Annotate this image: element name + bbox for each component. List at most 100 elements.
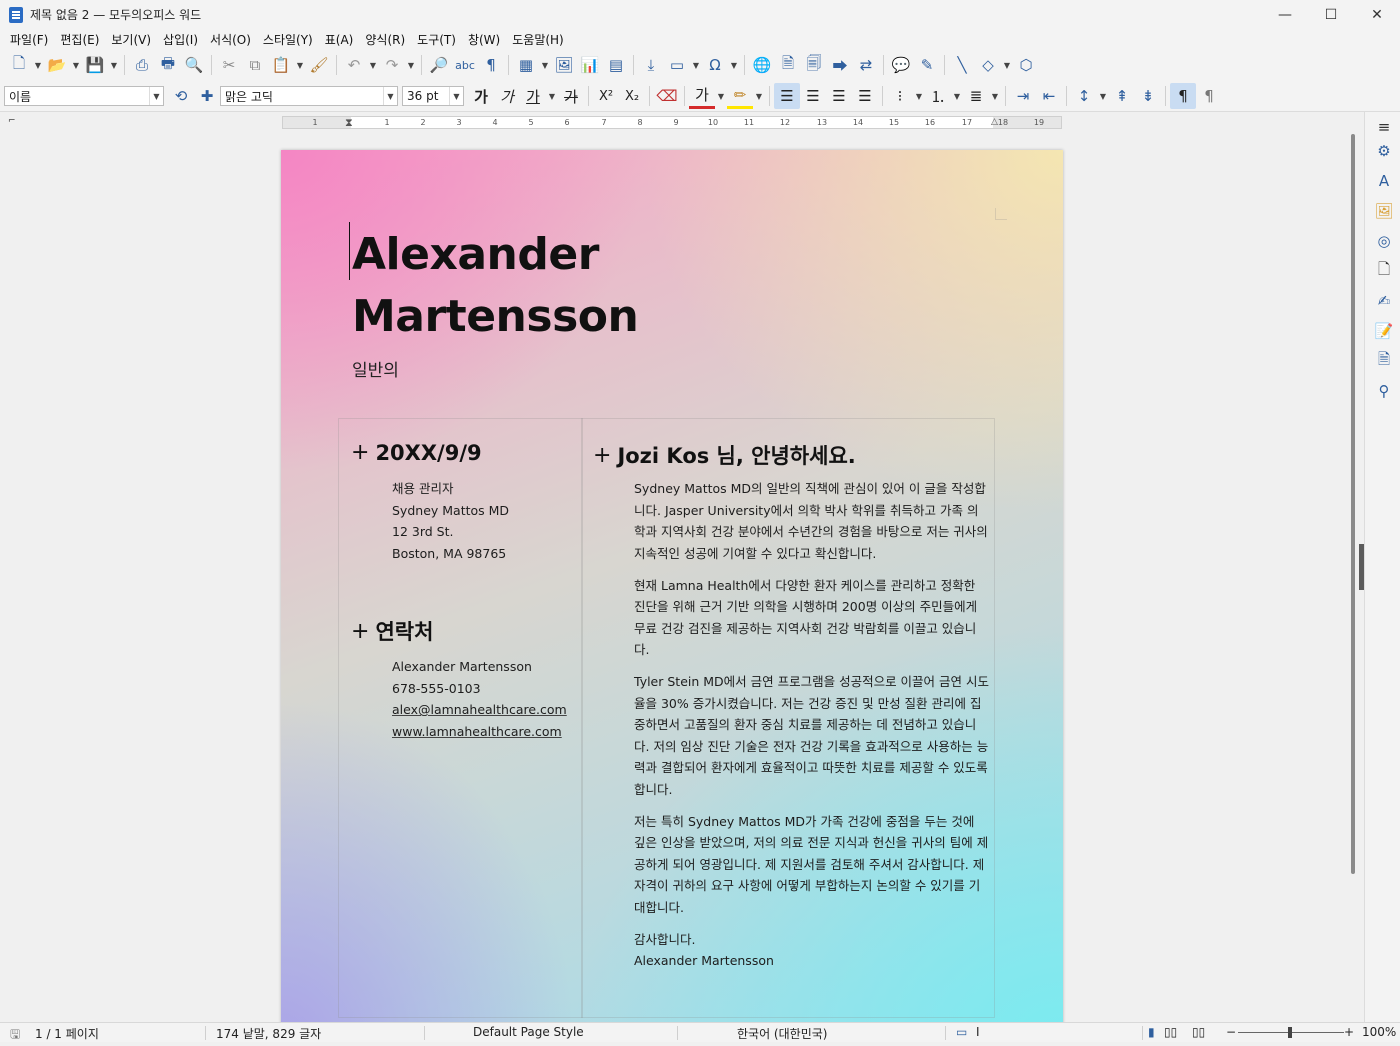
font-name-select[interactable]: 맑은 고딕 ▼ xyxy=(220,86,398,106)
right-indent-marker-icon[interactable]: △ xyxy=(991,117,998,127)
align-center-icon[interactable]: ☰ xyxy=(800,83,826,109)
increase-indent-icon[interactable]: ⇥ xyxy=(1010,83,1036,109)
page-style[interactable]: Default Page Style xyxy=(473,1025,584,1039)
insert-image-icon[interactable]: 🖼 xyxy=(551,52,577,78)
menu-view[interactable]: 보기(V) xyxy=(105,31,157,48)
find-icon[interactable]: ⚲ xyxy=(1373,380,1395,402)
bullet-list-icon[interactable]: ⁝ xyxy=(887,83,913,109)
print-preview-icon[interactable]: 🔍 xyxy=(181,52,207,78)
hyperlink-icon[interactable]: 🌐 xyxy=(749,52,775,78)
draw-line-icon[interactable]: ╲ xyxy=(949,52,975,78)
menu-insert[interactable]: 삽입(I) xyxy=(157,31,204,48)
chevron-down-icon[interactable]: ▼ xyxy=(32,52,44,78)
align-right-icon[interactable]: ☰ xyxy=(826,83,852,109)
page-icon[interactable]: 🗋 xyxy=(1373,260,1395,282)
indent-marker-icon[interactable]: ⧗ xyxy=(345,116,353,130)
redo-icon[interactable]: ↷ xyxy=(379,52,405,78)
zoom-slider-knob[interactable] xyxy=(1288,1027,1292,1038)
sidebar-menu-icon[interactable]: ≡ xyxy=(1373,116,1395,138)
tab-stop-type-icon[interactable]: ⌐ xyxy=(8,116,16,126)
insert-mode-icon[interactable]: ▭ xyxy=(956,1025,967,1039)
export-pdf-icon[interactable]: ⎙ xyxy=(129,52,155,78)
book-view-icon[interactable]: ▯▯ xyxy=(1192,1025,1205,1039)
contact-block[interactable]: Alexander Martensson 678-555-0103 alex@l… xyxy=(392,656,567,742)
selection-mode-icon[interactable]: Ⅰ xyxy=(976,1025,980,1039)
style-inspector-icon[interactable]: ✍ xyxy=(1373,290,1395,312)
justify-icon[interactable]: ☰ xyxy=(852,83,878,109)
superscript-button[interactable]: X² xyxy=(593,83,619,109)
chevron-down-icon[interactable]: ▼ xyxy=(367,52,379,78)
zoom-level[interactable]: 100% xyxy=(1362,1025,1396,1039)
highlight-color-icon[interactable]: ✏ xyxy=(727,83,753,109)
open-folder-icon[interactable]: 📂 xyxy=(44,52,70,78)
outline-list-icon[interactable]: ≣ xyxy=(963,83,989,109)
spellcheck-icon[interactable]: abc xyxy=(452,52,478,78)
navigator-icon[interactable]: ◎ xyxy=(1373,230,1395,252)
manage-changes-icon[interactable]: 📝 xyxy=(1373,320,1395,342)
chevron-down-icon[interactable]: ▼ xyxy=(70,52,82,78)
chevron-down-icon[interactable]: ▼ xyxy=(1097,83,1109,109)
properties-icon[interactable]: ⚙ xyxy=(1373,140,1395,162)
increase-paragraph-spacing-icon[interactable]: ⇞ xyxy=(1109,83,1135,109)
cross-reference-icon[interactable]: ⇄ xyxy=(853,52,879,78)
chevron-down-icon[interactable]: ▼ xyxy=(989,83,1001,109)
comment-icon[interactable]: 💬 xyxy=(888,52,914,78)
chevron-down-icon[interactable]: ▼ xyxy=(546,83,558,109)
applicant-name[interactable]: Alexander Martensson xyxy=(352,224,639,348)
date-heading[interactable]: + 20XX/9/9 xyxy=(351,440,482,465)
menu-form[interactable]: 양식(R) xyxy=(359,31,411,48)
endnote-icon[interactable]: 🗐 xyxy=(801,52,827,78)
chevron-down-icon[interactable]: ▼ xyxy=(913,83,925,109)
menu-format[interactable]: 서식(O) xyxy=(204,31,257,48)
line-spacing-icon[interactable]: ↕ xyxy=(1071,83,1097,109)
decrease-paragraph-spacing-icon[interactable]: ⇟ xyxy=(1135,83,1161,109)
chevron-down-icon[interactable]: ▼ xyxy=(405,52,417,78)
chevron-down-icon[interactable]: ▼ xyxy=(728,52,740,78)
bookmark-icon[interactable]: ⮕ xyxy=(827,52,853,78)
underline-button[interactable]: 가 xyxy=(520,83,546,109)
document-workspace[interactable]: Alexander Martensson 일반의 + 20XX/9/9 채용 관… xyxy=(0,134,1348,1022)
gallery-icon[interactable]: 🖼 xyxy=(1373,200,1395,222)
recipient-block[interactable]: 채용 관리자 Sydney Mattos MD 12 3rd St. Bosto… xyxy=(392,478,509,564)
align-left-icon[interactable]: ☰ xyxy=(774,83,800,109)
insert-chart-icon[interactable]: 📊 xyxy=(577,52,603,78)
chevron-down-icon[interactable]: ▼ xyxy=(1001,52,1013,78)
letter-body[interactable]: Sydney Mattos MD의 일반의 직책에 관심이 있어 이 글을 작성… xyxy=(634,478,989,972)
contact-website-link[interactable]: www.lamnahealthcare.com xyxy=(392,721,567,743)
zoom-in-icon[interactable]: + xyxy=(1344,1025,1354,1039)
minimize-button[interactable]: — xyxy=(1262,0,1308,29)
design-icon[interactable]: 🗎 xyxy=(1373,350,1395,372)
copy-icon[interactable]: ⧉ xyxy=(242,52,268,78)
menu-table[interactable]: 표(A) xyxy=(319,31,360,48)
chevron-down-icon[interactable]: ▼ xyxy=(690,52,702,78)
font-color-button[interactable]: 가 xyxy=(689,83,715,109)
undo-icon[interactable]: ↶ xyxy=(341,52,367,78)
contact-heading[interactable]: + 연락처 xyxy=(351,616,433,646)
strikethrough-button[interactable]: 가 xyxy=(558,83,584,109)
document-modified-icon[interactable]: 🖫 xyxy=(10,1025,20,1046)
decrease-indent-icon[interactable]: ⇤ xyxy=(1036,83,1062,109)
new-document-icon[interactable]: 🗋 xyxy=(6,52,32,78)
update-style-icon[interactable]: ⟲ xyxy=(168,83,194,109)
page-count[interactable]: 1 / 1 페이지 xyxy=(35,1025,99,1042)
horizontal-ruler[interactable]: 1 ⧗ 1 2 3 4 5 6 7 8 9 10 11 12 13 14 15 … xyxy=(282,116,1062,129)
styles-icon[interactable]: A xyxy=(1373,170,1395,192)
italic-button[interactable]: 가 xyxy=(494,83,520,109)
paragraph-style-select[interactable]: 이름 ▼ xyxy=(4,86,164,106)
word-count[interactable]: 174 낱말, 829 글자 xyxy=(216,1025,321,1042)
single-page-view-icon[interactable]: ▮ xyxy=(1148,1025,1155,1039)
basic-shapes-icon[interactable]: ◇ xyxy=(975,52,1001,78)
numbered-list-icon[interactable]: ⒈ xyxy=(925,83,951,109)
find-replace-icon[interactable]: 🔎 xyxy=(426,52,452,78)
job-title[interactable]: 일반의 xyxy=(352,356,399,381)
clear-formatting-icon[interactable]: ⌫ xyxy=(654,83,680,109)
zoom-out-icon[interactable]: − xyxy=(1226,1025,1236,1039)
maximize-button[interactable]: ☐ xyxy=(1308,0,1354,29)
save-icon[interactable]: 💾 xyxy=(82,52,108,78)
menu-help[interactable]: 도움말(H) xyxy=(506,31,570,48)
special-character-icon[interactable]: Ω xyxy=(702,52,728,78)
paste-icon[interactable]: 📋 xyxy=(268,52,294,78)
menu-file[interactable]: 파일(F) xyxy=(4,31,54,48)
track-changes-icon[interactable]: ✎ xyxy=(914,52,940,78)
chevron-down-icon[interactable]: ▼ xyxy=(449,87,463,105)
